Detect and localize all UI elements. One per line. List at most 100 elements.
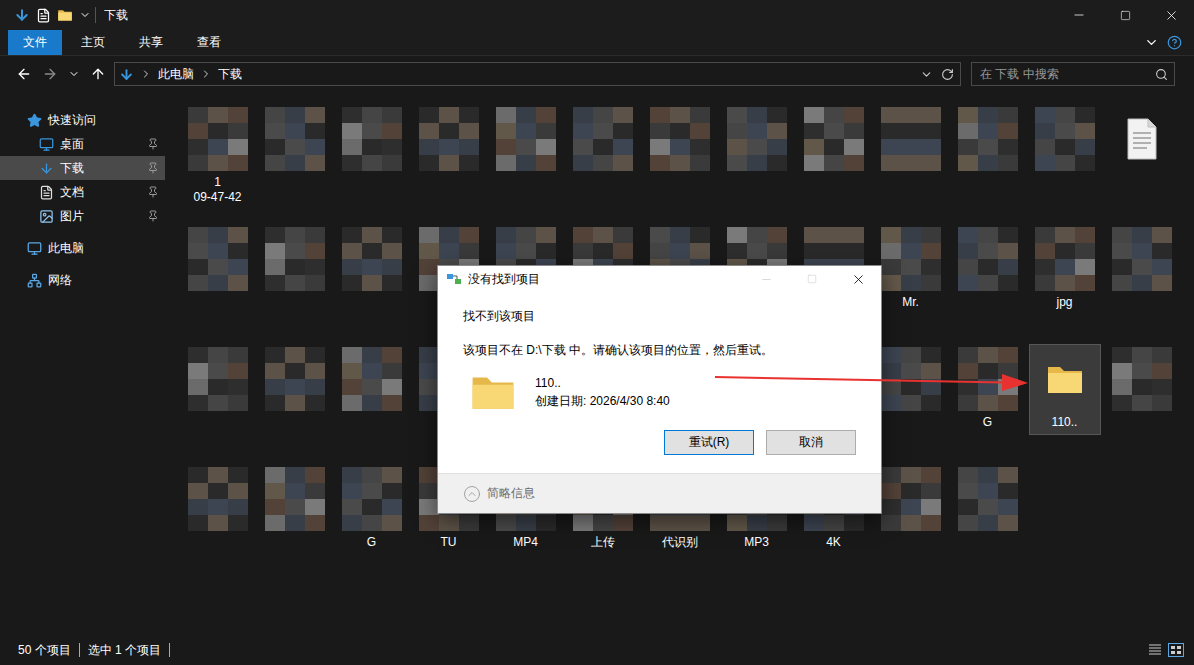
sidebar-item[interactable]: 文档 xyxy=(0,180,165,204)
picture-icon xyxy=(39,209,54,224)
mosaic-cell xyxy=(573,155,593,171)
sidebar-item[interactable]: 桌面 xyxy=(0,132,165,156)
maximize-button[interactable] xyxy=(1102,0,1148,30)
dialog-close-button[interactable] xyxy=(835,266,881,292)
file-item[interactable] xyxy=(564,100,641,220)
file-item[interactable] xyxy=(333,340,410,460)
file-item[interactable] xyxy=(333,100,410,220)
file-item[interactable] xyxy=(872,460,949,580)
mosaic-cell xyxy=(188,227,208,243)
mosaic-cell xyxy=(342,395,362,411)
mosaic-cell xyxy=(804,107,824,123)
mosaic-cell xyxy=(978,379,998,395)
mosaic-cell xyxy=(265,155,285,171)
file-item[interactable] xyxy=(179,340,256,460)
minimize-button[interactable] xyxy=(1056,0,1102,30)
file-item[interactable] xyxy=(256,460,333,580)
expand-ribbon-icon[interactable] xyxy=(1144,35,1159,50)
file-item[interactable]: G xyxy=(949,340,1026,460)
file-item[interactable] xyxy=(795,100,872,220)
sidebar-item[interactable]: 图片 xyxy=(0,204,165,228)
file-item[interactable] xyxy=(1026,100,1103,220)
file-item[interactable] xyxy=(872,100,949,220)
up-icon[interactable] xyxy=(90,66,106,82)
mosaic-cell xyxy=(1055,107,1075,123)
properties-icon[interactable] xyxy=(36,8,51,23)
file-item[interactable] xyxy=(872,340,949,460)
file-item[interactable]: 1 09-47-42 xyxy=(179,100,256,220)
folder-icon xyxy=(1045,359,1085,399)
back-icon[interactable] xyxy=(16,66,32,82)
file-name: TU xyxy=(441,535,457,550)
mosaic-cell xyxy=(1075,139,1095,155)
mosaic-cell xyxy=(208,395,228,411)
mosaic-cell xyxy=(188,499,208,515)
mosaic-cell xyxy=(496,139,516,155)
details-view-icon[interactable] xyxy=(1148,643,1162,657)
address-bar[interactable]: 此电脑 下载 xyxy=(114,62,961,86)
file-item[interactable] xyxy=(1103,220,1180,340)
sidebar-item[interactable]: 此电脑 xyxy=(0,236,165,260)
file-item[interactable] xyxy=(179,460,256,580)
sidebar-item[interactable]: 网络 xyxy=(0,268,165,292)
mosaic-cell xyxy=(188,467,208,483)
mosaic-cell xyxy=(1152,379,1172,395)
dialog-button[interactable]: 重试(R) xyxy=(664,430,754,455)
sidebar-item[interactable]: 快速访问 xyxy=(0,108,165,132)
file-item[interactable] xyxy=(333,220,410,340)
mosaic-cell xyxy=(998,227,1018,243)
help-icon[interactable] xyxy=(1167,35,1182,50)
file-item[interactable] xyxy=(949,220,1026,340)
mosaic-cell xyxy=(342,275,362,291)
mosaic-cell xyxy=(419,155,439,171)
breadcrumb[interactable]: 此电脑 xyxy=(158,66,194,83)
recent-locations-icon[interactable] xyxy=(68,68,80,80)
refresh-icon[interactable] xyxy=(941,68,954,81)
file-item[interactable] xyxy=(949,100,1026,220)
file-item[interactable] xyxy=(256,100,333,220)
details-toggle[interactable]: 简略信息 xyxy=(438,473,881,513)
file-item[interactable]: G xyxy=(333,460,410,580)
mosaic-cell xyxy=(613,123,633,139)
mosaic-cell xyxy=(650,139,670,155)
blurred-thumbnail xyxy=(188,227,248,291)
mosaic-cell xyxy=(844,243,864,259)
file-item[interactable] xyxy=(410,100,487,220)
forward-icon[interactable] xyxy=(42,66,58,82)
mosaic-cell xyxy=(459,227,479,243)
ribbon-tab[interactable]: 查看 xyxy=(182,30,236,55)
ribbon-tab[interactable]: 共享 xyxy=(124,30,178,55)
file-item[interactable] xyxy=(256,340,333,460)
file-item[interactable]: jpg xyxy=(1026,220,1103,340)
mosaic-cell xyxy=(382,379,402,395)
mosaic-cell xyxy=(998,363,1018,379)
ribbon-tab[interactable]: 主页 xyxy=(66,30,120,55)
file-item[interactable] xyxy=(949,460,1026,580)
search-box[interactable]: 在 下载 中搜索 xyxy=(971,62,1175,86)
ribbon-tab[interactable]: 文件 xyxy=(8,30,62,55)
file-item[interactable] xyxy=(487,100,564,220)
file-item[interactable]: Mr. xyxy=(872,220,949,340)
minimize-icon xyxy=(1072,8,1086,22)
breadcrumb[interactable]: 下载 xyxy=(218,66,242,83)
file-item[interactable] xyxy=(718,100,795,220)
file-item[interactable] xyxy=(256,220,333,340)
sidebar-item[interactable]: 下载 xyxy=(0,156,165,180)
large-icons-view-icon[interactable] xyxy=(1168,643,1184,657)
dialog-button[interactable]: 取消 xyxy=(766,430,856,455)
mosaic-cell xyxy=(573,227,593,243)
mosaic-cell xyxy=(958,107,978,123)
file-item[interactable] xyxy=(1103,340,1180,460)
file-item[interactable]: 110.. xyxy=(1026,340,1103,460)
blurred-thumbnail xyxy=(958,107,1018,171)
mosaic-cell xyxy=(593,243,613,259)
address-dropdown-icon[interactable] xyxy=(920,68,933,81)
mosaic-cell xyxy=(881,155,901,171)
file-item[interactable] xyxy=(179,220,256,340)
mosaic-cell xyxy=(921,139,941,155)
file-item[interactable] xyxy=(641,100,718,220)
quick-access-dropdown-icon[interactable] xyxy=(79,9,91,21)
file-item[interactable] xyxy=(1103,100,1180,220)
blurred-thumbnail xyxy=(958,467,1018,531)
close-button[interactable] xyxy=(1148,0,1194,30)
